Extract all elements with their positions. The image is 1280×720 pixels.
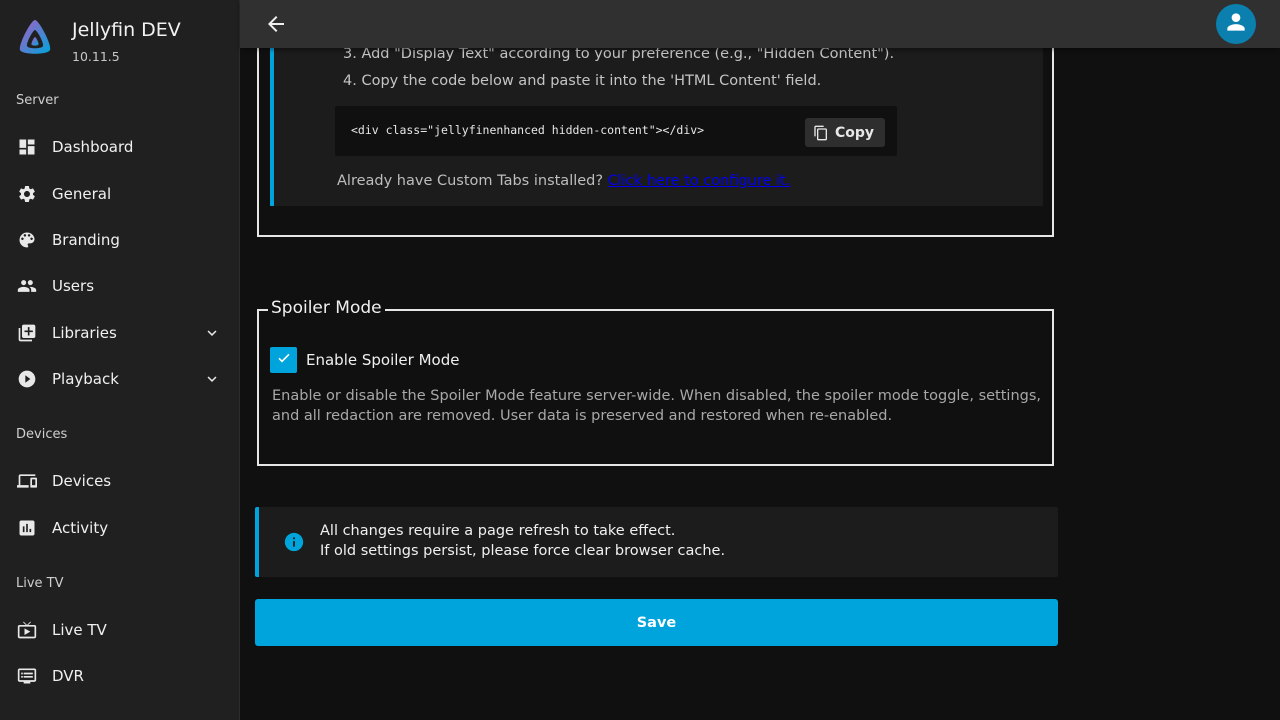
sidebar-item-label: General xyxy=(52,185,112,203)
dvr-icon xyxy=(16,665,38,687)
copy-icon xyxy=(813,125,829,141)
info-icon xyxy=(283,531,305,553)
section-livetv: Live TV xyxy=(16,576,64,591)
user-icon xyxy=(1223,9,1249,39)
play-circle-icon xyxy=(16,368,38,390)
hidden-content-instructions: 3. Add "Display Text" according to your … xyxy=(270,30,1043,206)
custom-tabs-note: Already have Custom Tabs installed? Clic… xyxy=(337,173,790,189)
tv-icon xyxy=(16,619,38,641)
section-devices: Devices xyxy=(16,427,68,442)
sidebar-item-devices[interactable]: Devices xyxy=(0,461,239,501)
sidebar: Jellyfin DEV 10.11.5 Server Dashboard Ge… xyxy=(0,0,240,720)
sidebar-item-libraries[interactable]: Libraries xyxy=(0,313,239,353)
sidebar-item-activity[interactable]: Activity xyxy=(0,508,239,548)
dashboard-icon xyxy=(16,136,38,158)
sidebar-item-label: Activity xyxy=(52,519,109,537)
sidebar-item-dvr[interactable]: DVR xyxy=(0,656,239,696)
code-snippet[interactable]: <div class="jellyfinenhanced hidden-cont… xyxy=(351,123,704,137)
chevron-down-icon[interactable] xyxy=(203,370,221,388)
users-icon xyxy=(16,275,38,297)
sidebar-item-branding[interactable]: Branding xyxy=(0,220,239,260)
sidebar-item-label: Users xyxy=(52,277,95,295)
arrow-back-icon[interactable] xyxy=(264,12,288,36)
sidebar-item-label: Branding xyxy=(52,231,120,249)
notice-line-1: All changes require a page refresh to ta… xyxy=(320,523,676,539)
instruction-step-3: 3. Add "Display Text" according to your … xyxy=(343,46,895,62)
sidebar-item-livetv[interactable]: Live TV xyxy=(0,610,239,650)
sidebar-item-label: Libraries xyxy=(52,324,117,342)
sidebar-item-label: Dashboard xyxy=(52,138,134,156)
library-add-icon xyxy=(16,322,38,344)
sidebar-item-label: Playback xyxy=(52,370,119,388)
palette-icon xyxy=(16,229,38,251)
activity-chart-icon xyxy=(16,517,38,539)
sidebar-item-users[interactable]: Users xyxy=(0,266,239,306)
sidebar-item-label: Live TV xyxy=(52,621,107,639)
top-bar xyxy=(240,0,1280,48)
gear-icon xyxy=(16,183,38,205)
sidebar-item-dashboard[interactable]: Dashboard xyxy=(0,127,239,167)
section-server: Server xyxy=(16,93,59,108)
code-block: <div class="jellyfinenhanced hidden-cont… xyxy=(335,106,897,156)
notice-line-2: If old settings persist, please force cl… xyxy=(320,543,726,559)
copy-button[interactable]: Copy xyxy=(805,118,885,147)
sidebar-item-general[interactable]: General xyxy=(0,174,239,214)
sidebar-item-label: DVR xyxy=(52,667,84,685)
user-avatar[interactable] xyxy=(1216,4,1256,44)
app-title: Jellyfin DEV xyxy=(72,19,181,41)
sidebar-item-label: Devices xyxy=(52,472,112,490)
refresh-notice: All changes require a page refresh to ta… xyxy=(255,507,1058,577)
spoiler-mode-legend: Spoiler Mode xyxy=(268,297,385,319)
checkmark-icon xyxy=(276,350,292,370)
jellyfin-logo-icon xyxy=(16,18,54,58)
app-version: 10.11.5 xyxy=(72,49,120,64)
sidebar-item-playback[interactable]: Playback xyxy=(0,359,239,399)
enable-spoiler-mode-label[interactable]: Enable Spoiler Mode xyxy=(306,351,459,369)
copy-label: Copy xyxy=(835,124,875,141)
brand[interactable]: Jellyfin DEV 10.11.5 xyxy=(16,18,181,64)
enable-spoiler-mode-checkbox[interactable] xyxy=(270,347,297,373)
configure-custom-tabs-link[interactable]: Click here to configure it. xyxy=(608,173,791,189)
instruction-step-4: 4. Copy the code below and paste it into… xyxy=(343,73,822,89)
custom-tabs-text: Already have Custom Tabs installed? xyxy=(337,173,604,189)
chevron-down-icon[interactable] xyxy=(203,324,221,342)
spoiler-mode-description: Enable or disable the Spoiler Mode featu… xyxy=(272,388,1041,424)
devices-icon xyxy=(16,470,38,492)
save-button[interactable]: Save xyxy=(255,599,1058,646)
